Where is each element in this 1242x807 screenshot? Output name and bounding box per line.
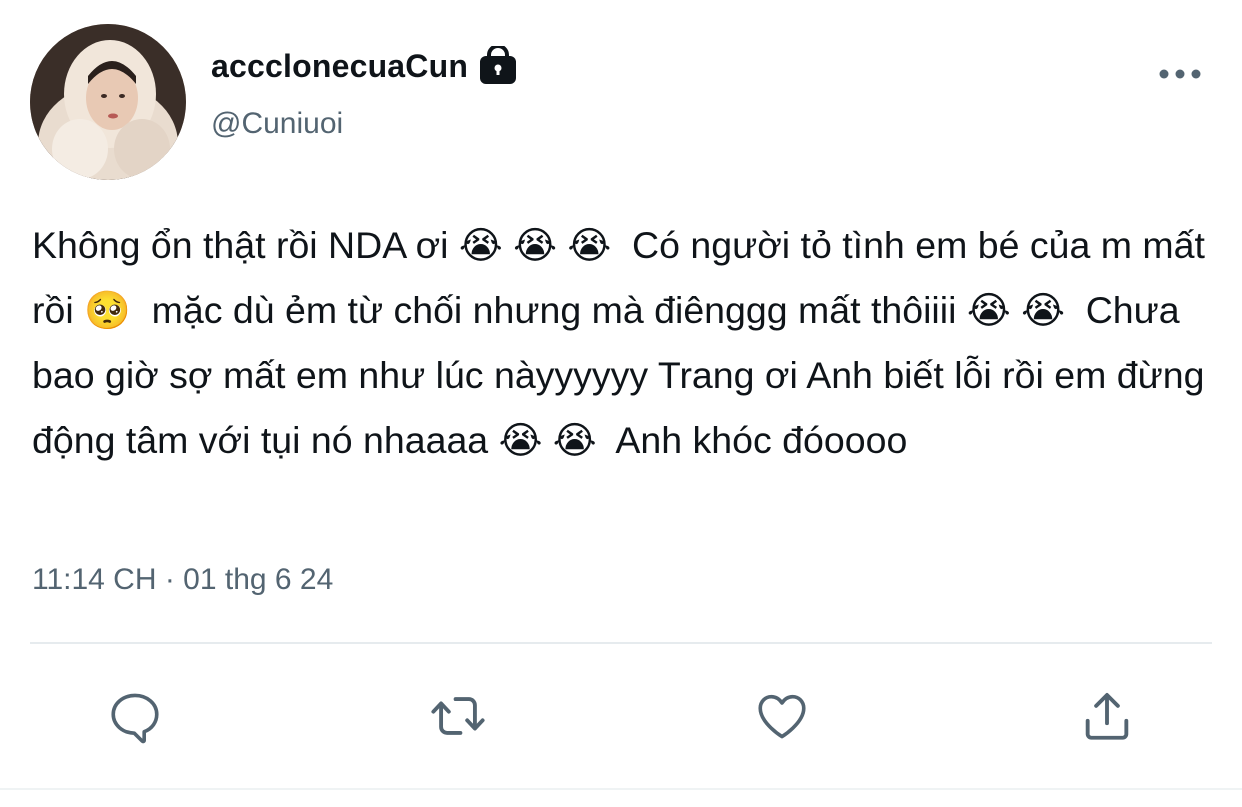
user-handle[interactable]: @Cuniuoi bbox=[211, 107, 343, 141]
reply-button[interactable] bbox=[105, 686, 165, 746]
reply-icon bbox=[111, 693, 159, 744]
like-button[interactable] bbox=[752, 686, 812, 746]
heart-icon bbox=[758, 694, 806, 739]
share-icon bbox=[1085, 693, 1129, 740]
retweet-button[interactable] bbox=[428, 686, 488, 746]
tweet-text: Không ổn thật rồi NDA ơi 😭 😭 😭 Có người … bbox=[32, 224, 1216, 461]
retweet-icon bbox=[431, 697, 485, 735]
more-icon bbox=[1159, 69, 1201, 79]
display-name-row: accclonecuaCun bbox=[211, 44, 518, 86]
share-button[interactable] bbox=[1077, 686, 1137, 746]
avatar[interactable] bbox=[30, 24, 186, 180]
tweet-timestamp[interactable]: 11:14 CH · 01 thg 6 24 bbox=[32, 563, 333, 597]
display-name[interactable]: accclonecuaCun bbox=[211, 48, 468, 85]
bottom-divider bbox=[0, 788, 1242, 790]
more-options-button[interactable] bbox=[1156, 58, 1204, 90]
lock-icon bbox=[478, 44, 518, 86]
avatar-image bbox=[30, 24, 186, 180]
divider bbox=[30, 642, 1212, 644]
